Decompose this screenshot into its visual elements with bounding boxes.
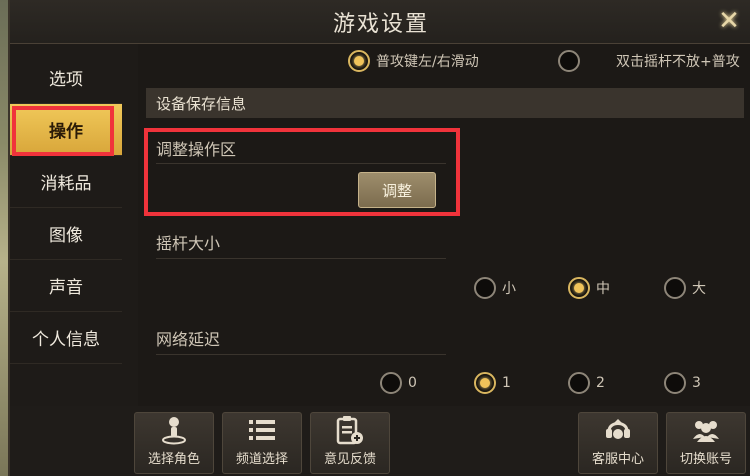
radio-dot: [380, 372, 402, 394]
radio-dot: [664, 372, 686, 394]
radio-dot: [664, 277, 686, 299]
switch-account-icon: [691, 415, 721, 445]
section-title: 设备保存信息: [156, 94, 247, 113]
radio-latency-1[interactable]: 1: [474, 372, 511, 394]
divider: [156, 354, 446, 355]
radio-label: 2: [596, 375, 605, 391]
sidebar-item-label: 个人信息: [32, 330, 100, 350]
bottom-bar: 选择角色 频道选择 意见反馈 客服中心 切换账号: [10, 406, 750, 476]
settings-content: 普攻键左/右滑动 双击摇杆不放+普攻 设备保存信息 调整操作区 调整 摇杆大小 …: [138, 44, 750, 406]
radio-dot: [474, 372, 496, 394]
radio-label: 1: [502, 375, 511, 391]
select-character-button[interactable]: 选择角色: [134, 412, 214, 474]
network-latency-label: 网络延迟: [156, 330, 221, 349]
radio-latency-3[interactable]: 3: [664, 372, 701, 394]
sidebar-item-graphics[interactable]: 图像: [10, 208, 122, 260]
sidebar-item-controls[interactable]: 操作: [10, 104, 122, 156]
character-icon: [159, 415, 189, 445]
sidebar-item-profile[interactable]: 个人信息: [10, 312, 122, 364]
feedback-label: 意见反馈: [323, 452, 376, 467]
adjust-button[interactable]: 调整: [358, 172, 436, 208]
customer-service-label: 客服中心: [591, 452, 644, 467]
sidebar: 选项 操作 消耗品 图像 声音 个人信息: [10, 52, 122, 372]
radio-swipe-attack[interactable]: 普攻键左/右滑动: [348, 50, 479, 72]
section-header: 设备保存信息: [146, 88, 744, 118]
divider: [156, 258, 446, 259]
radio-label: 3: [692, 375, 701, 391]
radio-label: 普攻键左/右滑动: [376, 54, 479, 70]
sidebar-item-label: 操作: [49, 122, 83, 142]
title-bar: 游戏设置 ✕: [10, 0, 750, 44]
radio-double-tap-joystick[interactable]: 双击摇杆不放+普攻: [558, 50, 740, 72]
list-icon: [247, 415, 277, 445]
adjust-button-label: 调整: [381, 181, 412, 200]
close-icon: ✕: [718, 6, 740, 36]
joystick-size-label: 摇杆大小: [156, 234, 221, 253]
switch-account-label: 切换账号: [679, 452, 732, 467]
radio-dot: [558, 50, 580, 72]
radio-label: 0: [408, 375, 417, 391]
radio-joystick-large[interactable]: 大: [664, 277, 706, 299]
support-icon: [603, 415, 633, 445]
channel-select-label: 频道选择: [235, 452, 288, 467]
divider: [156, 163, 446, 164]
sidebar-item-label: 图像: [49, 226, 83, 246]
radio-latency-2[interactable]: 2: [568, 372, 605, 394]
radio-label: 大: [692, 281, 706, 297]
select-character-label: 选择角色: [147, 452, 200, 467]
switch-account-button[interactable]: 切换账号: [666, 412, 746, 474]
feedback-icon: [335, 415, 365, 445]
radio-dot: [474, 277, 496, 299]
adjust-area-label: 调整操作区: [156, 140, 237, 159]
close-button[interactable]: ✕: [714, 6, 744, 36]
radio-joystick-medium[interactable]: 中: [568, 277, 610, 299]
sidebar-item-consumables[interactable]: 消耗品: [10, 156, 122, 208]
channel-select-button[interactable]: 频道选择: [222, 412, 302, 474]
radio-dot: [348, 50, 370, 72]
feedback-button[interactable]: 意见反馈: [310, 412, 390, 474]
window-title: 游戏设置: [332, 12, 429, 37]
sidebar-item-options[interactable]: 选项: [10, 52, 122, 104]
radio-joystick-small[interactable]: 小: [474, 277, 516, 299]
radio-label: 双击摇杆不放+普攻: [616, 54, 740, 70]
radio-latency-0[interactable]: 0: [380, 372, 417, 394]
sidebar-item-label: 选项: [49, 70, 83, 90]
customer-service-button[interactable]: 客服中心: [578, 412, 658, 474]
radio-label: 小: [502, 281, 516, 297]
sidebar-item-label: 声音: [49, 278, 83, 298]
radio-dot: [568, 372, 590, 394]
sidebar-item-label: 消耗品: [40, 174, 92, 194]
settings-window: 游戏设置 ✕ 选项 操作 消耗品 图像 声音 个人信息 普攻键左/右滑动 双击摇…: [8, 0, 750, 476]
sidebar-item-sound[interactable]: 声音: [10, 260, 122, 312]
radio-label: 中: [596, 281, 610, 297]
radio-dot: [568, 277, 590, 299]
